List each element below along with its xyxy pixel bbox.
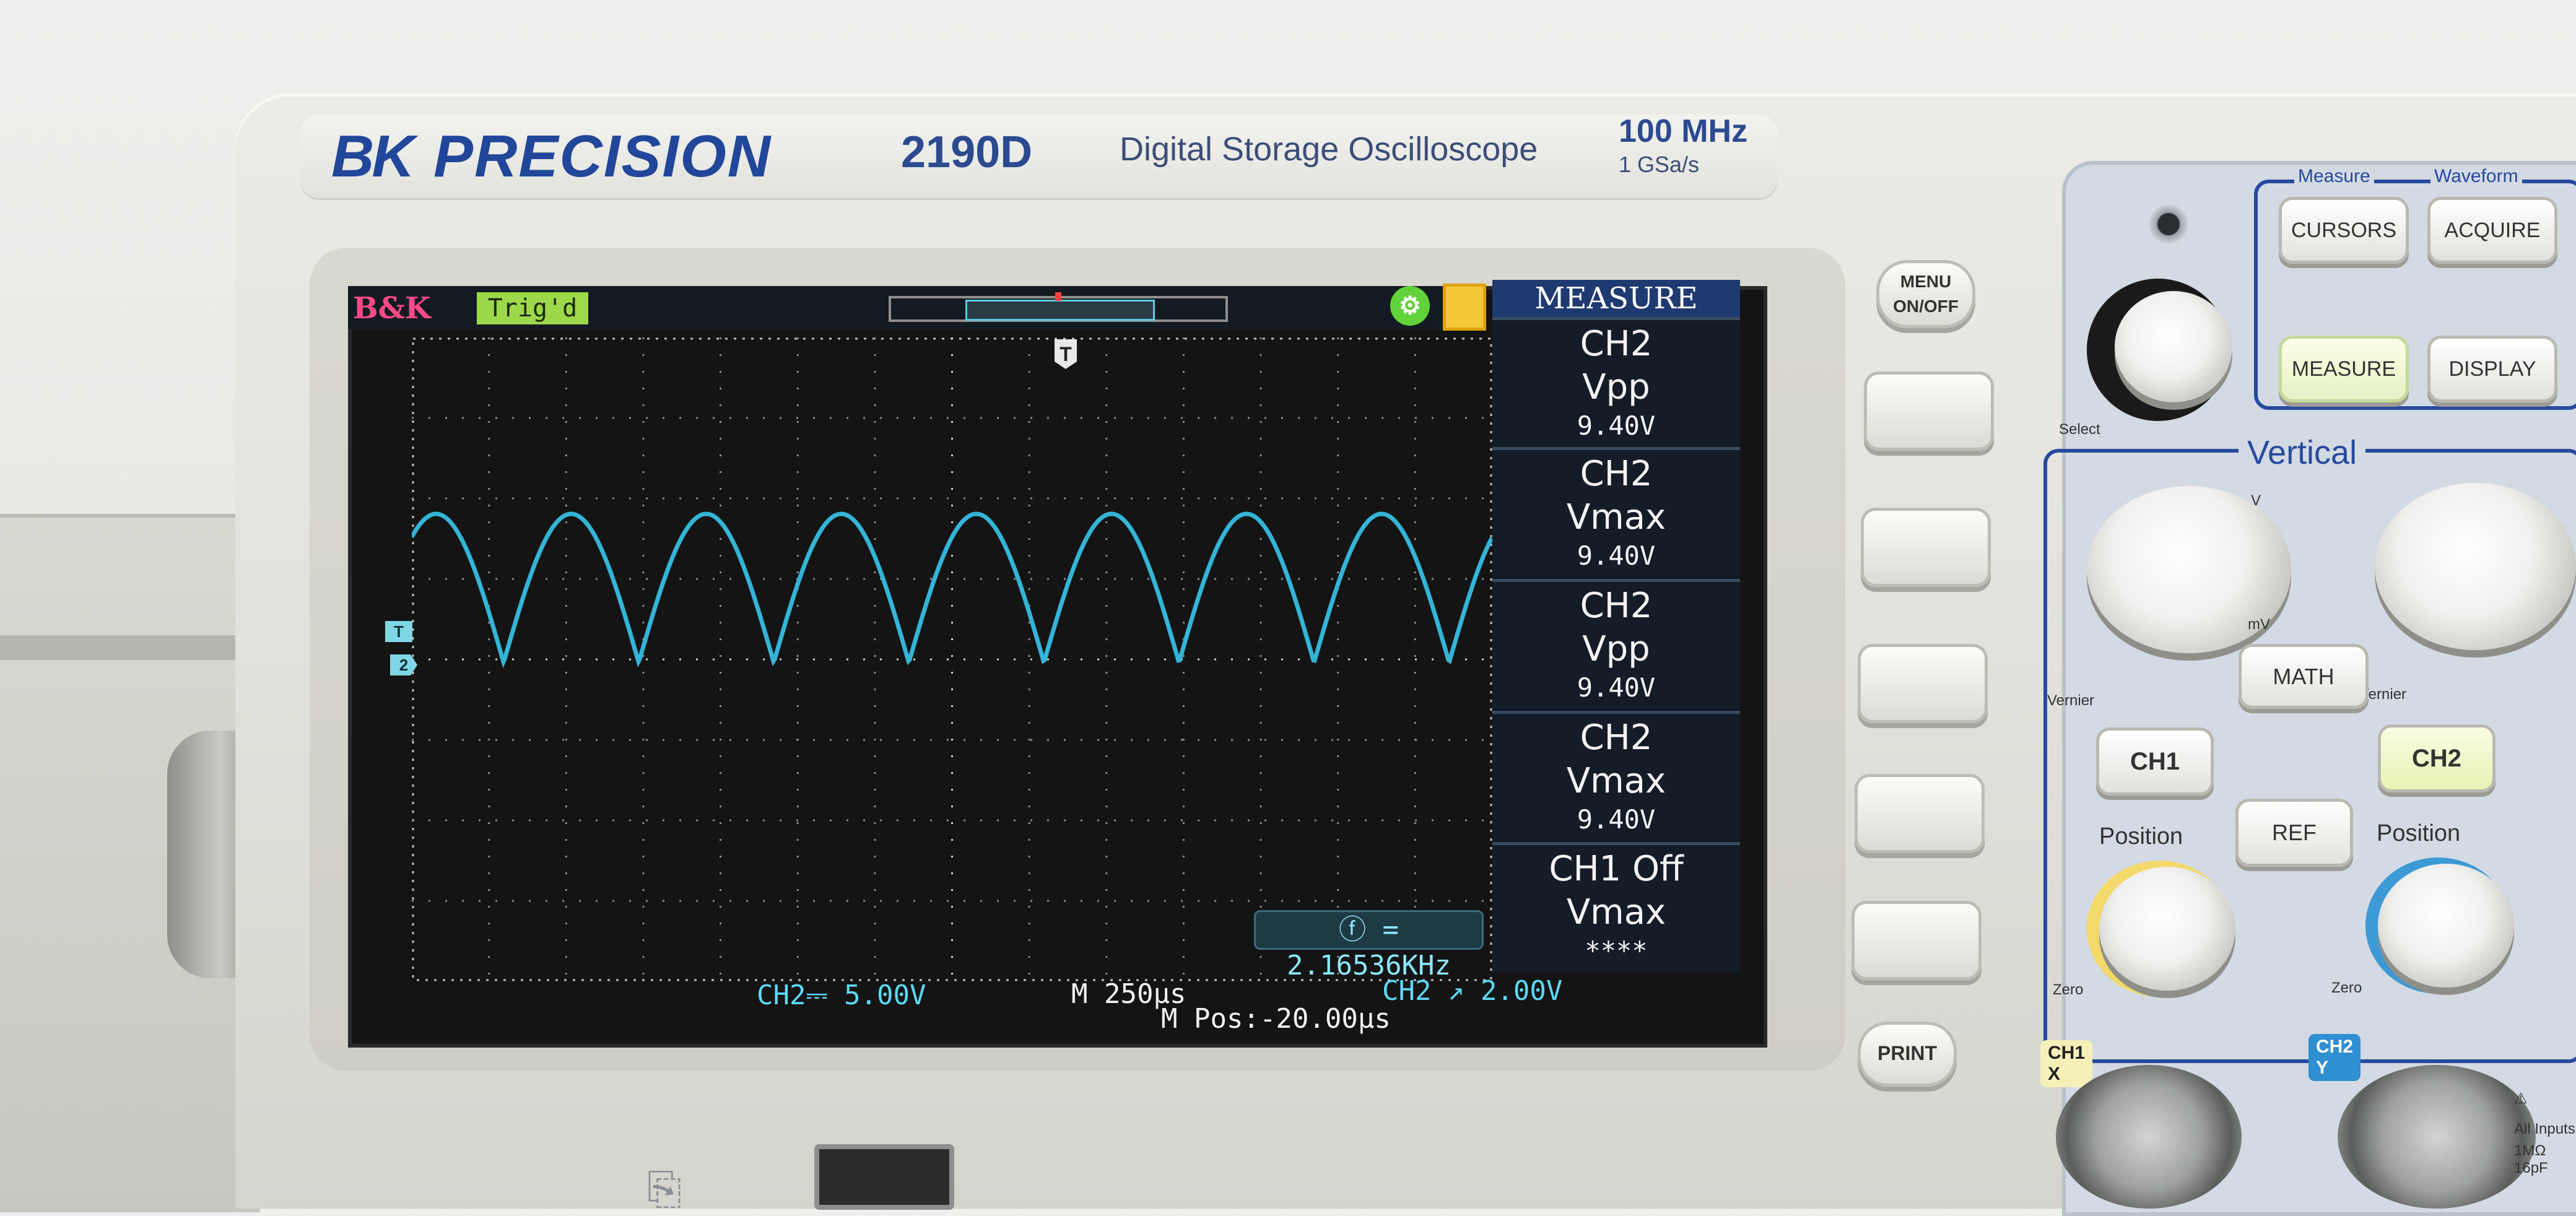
model-description: Digital Storage Oscilloscope <box>1120 131 1538 168</box>
measure-slot-3[interactable]: CH2 Vpp 9.40V <box>1492 579 1740 709</box>
bandwidth-spec: 100 MHz <box>1619 113 1748 149</box>
math-button[interactable]: MATH <box>2239 644 2369 709</box>
ch1-position-knob[interactable] <box>2099 867 2235 991</box>
input-warning-icon: ⚠ <box>2514 1090 2528 1107</box>
ref-button[interactable]: REF <box>2235 799 2353 867</box>
menu-on-off-label: MENU ON/OFF <box>1893 272 1959 316</box>
trigger-level-marker: T <box>385 621 412 642</box>
measure-slot-5[interactable]: CH1 Off Vmax **** <box>1492 842 1740 972</box>
measure-type: Vmax <box>1566 497 1666 537</box>
menu-on-off-button[interactable]: MENU ON/OFF <box>1876 260 1975 328</box>
model-number: 2190D <box>901 128 1033 177</box>
waveform-plot <box>412 337 1492 981</box>
ch2-scale-readout: CH2⎓ 5.00V <box>757 979 926 1011</box>
measure-slot-1[interactable]: CH2 Vpp 9.40V <box>1492 317 1740 447</box>
brand-logo: BK <box>331 123 415 189</box>
measure-source: CH2 <box>1580 718 1653 758</box>
measure-type: Vpp <box>1582 367 1650 407</box>
measure-group-label: Measure <box>2294 166 2374 187</box>
input-spec-label: 1MΩ 16pF <box>2514 1142 2548 1176</box>
measure-type: Vmax <box>1566 892 1666 932</box>
main-position-readout: M Pos:-20.00μs <box>1161 1003 1391 1035</box>
trigger-readout: CH2 ↗ 2.00V <box>1382 975 1563 1007</box>
ch2-button[interactable]: CH2 <box>2378 724 2496 793</box>
select-knob[interactable] <box>2115 291 2232 402</box>
measure-source: CH2 <box>1580 454 1653 494</box>
volts-unit-label: V <box>2251 492 2261 509</box>
trigger-status-badge: Trig'd <box>477 292 588 324</box>
ch2-position-knob[interactable] <box>2378 864 2514 988</box>
measure-value: 9.40V <box>1577 804 1656 835</box>
measure-value: 9.40V <box>1577 410 1656 441</box>
sample-rate-spec: 1 GSa/s <box>1619 152 1700 177</box>
millivolts-unit-label: mV <box>2248 616 2270 633</box>
usb-port[interactable] <box>814 1144 954 1210</box>
measure-button[interactable]: MEASURE <box>2279 336 2409 402</box>
waveform-grid <box>412 337 1492 981</box>
ch2-input-tag: CH2 Y <box>2308 1034 2361 1081</box>
ch2-position-label: Position <box>2377 820 2461 846</box>
measure-menu-title: MEASURE <box>1492 280 1740 317</box>
ch2-bnc-connector[interactable] <box>2338 1065 2536 1209</box>
measure-type: Vpp <box>1582 629 1650 669</box>
usb-symbol-icon: ⎘ <box>647 1165 682 1213</box>
softkey-1[interactable] <box>1864 371 1994 451</box>
measure-value: **** <box>1585 936 1648 966</box>
ch1-button[interactable]: CH1 <box>2096 727 2214 796</box>
screen-logo: B&K <box>353 291 431 326</box>
ch1-axis-label: X <box>2048 1064 2061 1084</box>
frequency-readout: ⓕ = 2.16536KHz <box>1254 910 1484 981</box>
measure-value: 9.40V <box>1577 541 1656 571</box>
display-button[interactable]: DISPLAY <box>2427 336 2557 402</box>
memory-window-indicator <box>889 292 1228 322</box>
measure-source: CH2 <box>1580 586 1653 626</box>
softkey-4[interactable] <box>1855 774 1985 853</box>
measure-type: Vmax <box>1566 761 1666 801</box>
grid-border <box>412 337 1492 981</box>
usb-storage-icon <box>1443 284 1486 331</box>
softkey-2[interactable] <box>1861 508 1991 587</box>
measure-slot-2[interactable]: CH2 Vmax 9.40V <box>1492 447 1740 577</box>
print-label: PRINT <box>1878 1042 1937 1064</box>
softkey-5[interactable] <box>1852 901 1982 980</box>
waveform-group-label: Waveform <box>2430 166 2522 187</box>
ch1-input-tag: CH1 X <box>2040 1040 2093 1087</box>
all-inputs-label: All Inputs <box>2514 1121 2575 1137</box>
measure-value: 9.40V <box>1577 672 1656 703</box>
vertical-group-label: Vertical <box>2239 433 2366 472</box>
brand-name: PRECISION <box>433 123 772 189</box>
acquire-button[interactable]: ACQUIRE <box>2427 197 2557 264</box>
print-button[interactable]: PRINT <box>1858 1022 1957 1087</box>
lock-status-icon: ⚙ <box>1390 286 1430 326</box>
ch2-axis-label: Y <box>2316 1057 2329 1078</box>
power-indicator <box>2147 203 2190 245</box>
ch1-bnc-connector[interactable] <box>2056 1065 2242 1209</box>
softkey-3[interactable] <box>1858 644 1988 723</box>
measure-source: CH2 <box>1580 324 1653 364</box>
cursors-button[interactable]: CURSORS <box>2279 197 2409 264</box>
select-label: Select <box>2059 421 2100 438</box>
ch2-input-label: CH2 <box>2316 1036 2354 1057</box>
ch1-input-label: CH1 <box>2048 1043 2086 1063</box>
vernier-label-left: Vernier <box>2047 692 2095 709</box>
measure-slot-4[interactable]: CH2 Vmax 9.40V <box>1492 711 1740 841</box>
ch1-position-label: Position <box>2099 823 2183 849</box>
ch2-zero-label: Zero <box>2331 979 2362 996</box>
ch1-zero-label: Zero <box>2053 981 2084 998</box>
measure-source: CH1 Off <box>1549 849 1684 889</box>
ch2-volts-div-knob[interactable] <box>2375 483 2576 650</box>
